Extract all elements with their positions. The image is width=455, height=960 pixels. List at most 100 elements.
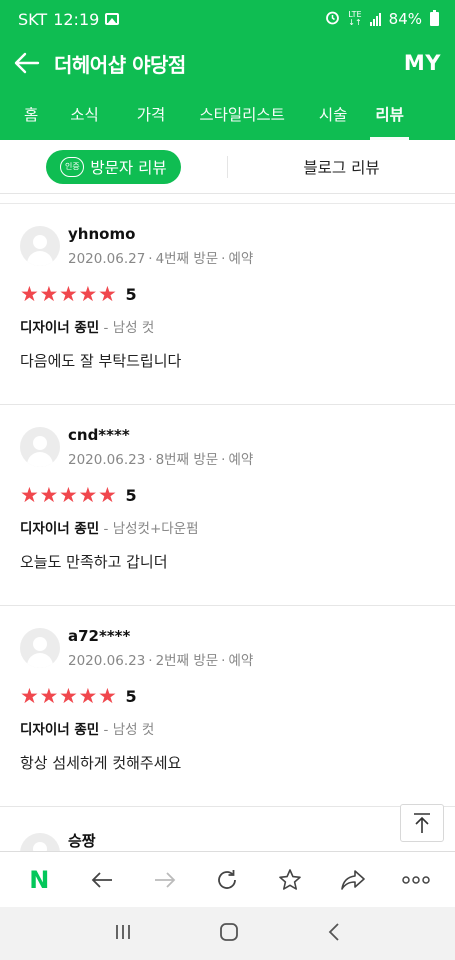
- browser-forward-button[interactable]: [145, 860, 185, 900]
- reviewer-nickname[interactable]: 승짱: [68, 833, 96, 850]
- tab-bar: 홈 소식 가격 스타일리스트 시술 리뷰: [0, 88, 455, 140]
- star-rating: ★ ★ ★ ★ ★ 5: [20, 684, 435, 708]
- star-icon: ★: [20, 483, 39, 507]
- review-date: 2020.06.23: [68, 653, 146, 669]
- review-comment[interactable]: 항상 섬세하게 컷해주세요: [20, 752, 435, 773]
- system-nav-bar: [0, 907, 455, 960]
- avatar[interactable]: [20, 833, 60, 851]
- avatar[interactable]: [20, 628, 60, 668]
- designer-name[interactable]: 디자이너 종민: [20, 320, 99, 336]
- naver-logo-icon: N: [29, 865, 50, 894]
- refresh-icon: [218, 869, 237, 889]
- clock: 12:19: [53, 9, 100, 29]
- battery-percent: 84%: [388, 10, 422, 28]
- review-item: a72**** 2020.06.23 · 2번째 방문 · 예약 ★ ★ ★ ★ ★ 5 디자이…: [0, 606, 455, 807]
- recent-apps-icon: [115, 924, 130, 939]
- review-meta: 2020.06.23 · 2번째 방문 · 예약: [68, 653, 254, 669]
- share-button[interactable]: [333, 860, 373, 900]
- reviewer-nickname[interactable]: cnd****: [68, 427, 253, 444]
- divider: [0, 194, 455, 204]
- browser-back-button[interactable]: [82, 860, 122, 900]
- tab-treatment[interactable]: 시술: [310, 88, 357, 140]
- star-rating: ★ ★ ★ ★ ★ 5: [20, 483, 435, 507]
- app-header: 더헤어샵 야당점 MY: [0, 38, 455, 88]
- reviewer-nickname[interactable]: yhnomo: [68, 226, 253, 243]
- designer-line: 디자이너 종민 - 남성 컷: [20, 316, 435, 336]
- avatar[interactable]: [20, 226, 60, 266]
- visit-count: 4번째 방문: [155, 251, 219, 267]
- signal-icon: [369, 12, 381, 26]
- review-item: cnd**** 2020.06.23 · 8번째 방문 · 예약 ★ ★ ★ ★ ★ 5 디자이…: [0, 405, 455, 606]
- star-icon: ★: [78, 684, 98, 708]
- image-notification-icon: [105, 13, 120, 25]
- back-button[interactable]: [12, 48, 42, 78]
- more-icon: [401, 875, 430, 884]
- designer-line: 디자이너 종민 - 남성 컷: [20, 718, 435, 738]
- arrow-up-icon: [414, 813, 430, 833]
- designer-line: 디자이너 종민 - 남성컷+다운펌: [20, 517, 435, 537]
- star-icon: ★: [39, 282, 59, 306]
- star-icon: ★: [39, 483, 59, 507]
- star-icon: ★: [20, 684, 39, 708]
- scroll-to-top-button[interactable]: [400, 804, 444, 842]
- review-item: yhnomo 2020.06.27 · 4번째 방문 · 예약 ★ ★ ★ ★ ★ 5 디자이너…: [0, 204, 455, 405]
- visit-type: 예약: [228, 251, 254, 267]
- rating-value: 5: [125, 486, 137, 505]
- naver-home-button[interactable]: N: [19, 860, 59, 900]
- blog-review-tab[interactable]: 블로그 리뷰: [228, 156, 455, 178]
- tab-stylist[interactable]: 스타일리스트: [190, 88, 294, 140]
- visitor-review-tab[interactable]: 인증 방문자 리뷰: [46, 149, 181, 184]
- star-icon: ★: [98, 282, 117, 306]
- browser-toolbar: N: [0, 851, 455, 907]
- review-date: 2020.06.23: [68, 452, 146, 468]
- review-comment[interactable]: 오늘도 만족하고 갑니더: [20, 551, 435, 572]
- service-name: - 남성 컷: [103, 320, 155, 336]
- share-icon: [341, 869, 365, 890]
- designer-name[interactable]: 디자이너 종민: [20, 722, 99, 738]
- carrier-label: SKT: [18, 9, 48, 29]
- certified-icon: 인증: [60, 156, 85, 177]
- star-icon: ★: [20, 282, 39, 306]
- tab-news[interactable]: 소식: [61, 88, 108, 140]
- refresh-button[interactable]: [207, 860, 247, 900]
- back-icon: [328, 922, 339, 941]
- visit-count: 8번째 방문: [155, 452, 219, 468]
- tab-price[interactable]: 가격: [128, 88, 175, 140]
- tab-review[interactable]: 리뷰: [366, 88, 413, 140]
- rating-value: 5: [125, 687, 137, 706]
- reviewer-nickname[interactable]: a72****: [68, 628, 253, 645]
- more-button[interactable]: [396, 860, 436, 900]
- star-icon: ★: [78, 483, 98, 507]
- review-subtabs: 인증 방문자 리뷰 블로그 리뷰: [0, 140, 455, 194]
- my-button[interactable]: MY: [404, 51, 441, 75]
- back-arrow-icon: [91, 871, 113, 888]
- alarm-icon: [325, 10, 340, 29]
- system-back-button[interactable]: [327, 922, 341, 946]
- home-icon: [220, 922, 239, 941]
- star-icon: ★: [59, 282, 78, 306]
- review-comment[interactable]: 다음에도 잘 부탁드립니다: [20, 350, 435, 371]
- star-icon: ★: [98, 483, 117, 507]
- visit-type: 예약: [228, 452, 254, 468]
- bookmark-star-icon: [279, 868, 301, 890]
- review-list: yhnomo 2020.06.27 · 4번째 방문 · 예약 ★ ★ ★ ★ ★ 5 디자이너…: [0, 204, 455, 851]
- battery-icon: [430, 10, 439, 26]
- status-bar: SKT 12:19 LTE ↓↑ 84%: [0, 0, 455, 38]
- home-button[interactable]: [219, 922, 239, 946]
- tab-home[interactable]: 홈: [15, 88, 47, 140]
- avatar[interactable]: [20, 427, 60, 467]
- review-meta: 2020.06.27 · 4번째 방문 · 예약: [68, 251, 254, 267]
- star-rating: ★ ★ ★ ★ ★ 5: [20, 282, 435, 306]
- forward-arrow-icon: [154, 871, 176, 888]
- star-icon: ★: [98, 684, 117, 708]
- visit-type: 예약: [228, 653, 254, 669]
- star-icon: ★: [59, 684, 78, 708]
- review-item: 승짱: [0, 807, 455, 851]
- designer-name[interactable]: 디자이너 종민: [20, 521, 99, 537]
- recent-apps-button[interactable]: [114, 923, 132, 945]
- star-icon: ★: [39, 684, 59, 708]
- star-icon: ★: [78, 282, 98, 306]
- review-meta: 2020.06.23 · 8번째 방문 · 예약: [68, 452, 254, 468]
- bookmark-button[interactable]: [270, 860, 310, 900]
- visit-count: 2번째 방문: [155, 653, 219, 669]
